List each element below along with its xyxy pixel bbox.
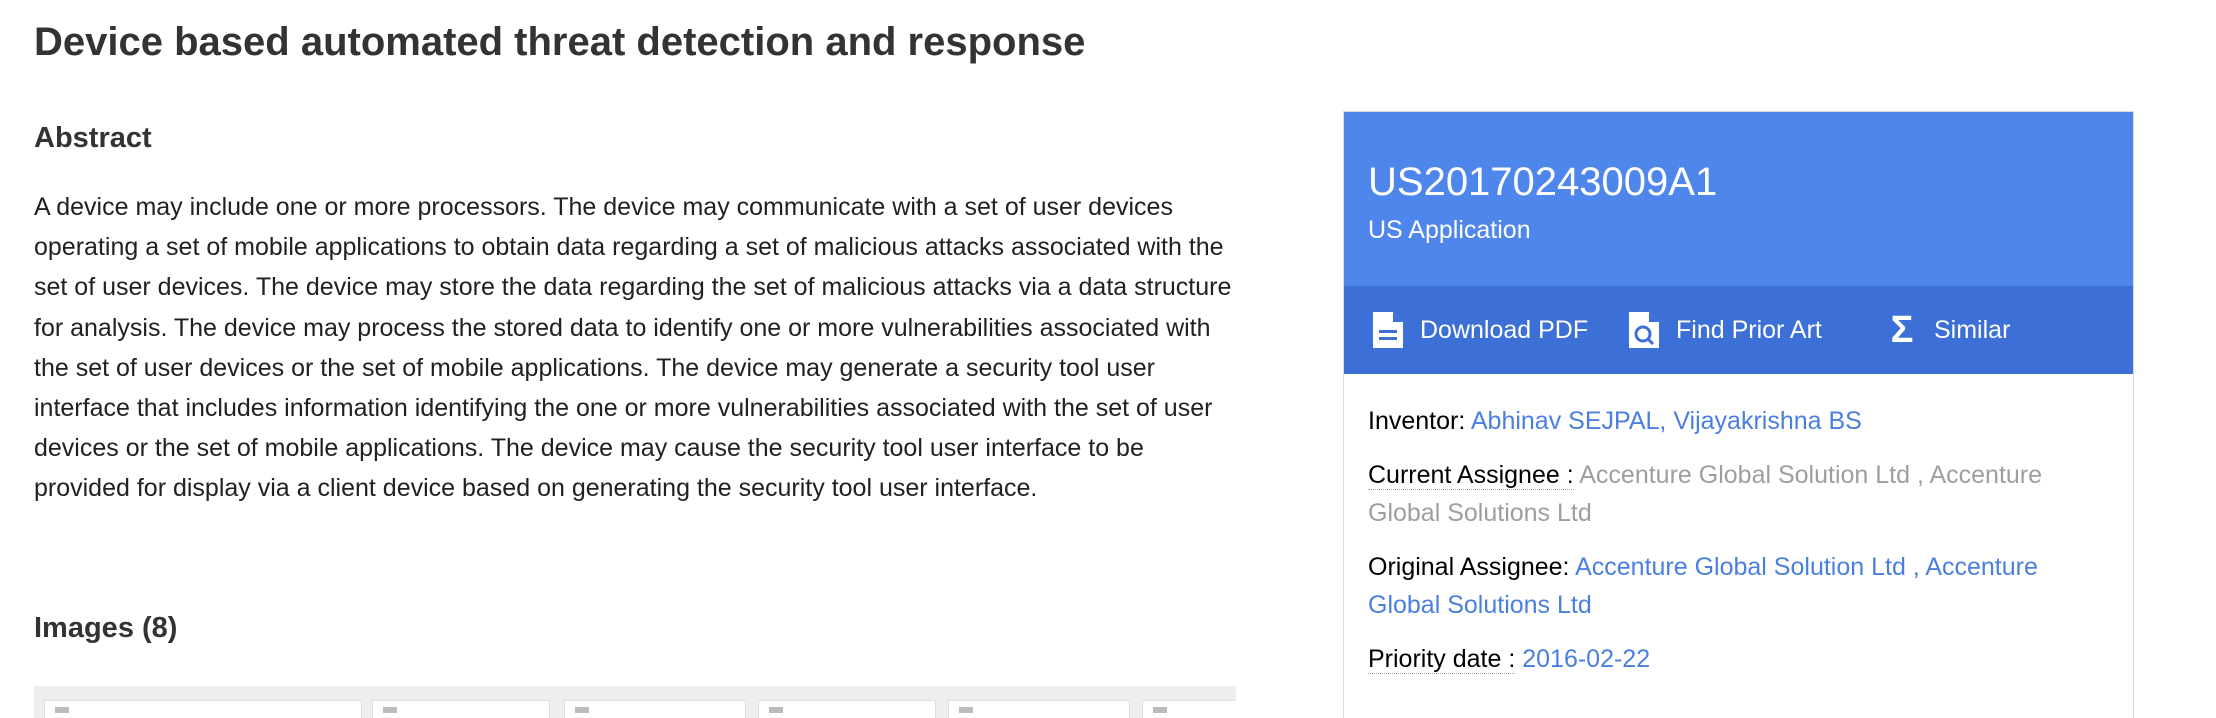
download-pdf-label: Download PDF — [1420, 315, 1589, 344]
patent-info-card: US20170243009A1 US Application Download … — [1343, 111, 2134, 718]
card-actions-bar: Download PDF Find Prior Art Σ Similar — [1344, 286, 2133, 374]
abstract-text: A device may include one or more process… — [34, 193, 1232, 503]
image-thumbnail[interactable] — [1142, 700, 1236, 718]
image-thumbnail[interactable] — [44, 700, 362, 718]
inventor-link[interactable]: Vijayakrishna BS — [1673, 407, 1862, 435]
download-pdf-button[interactable]: Download PDF — [1368, 286, 1588, 374]
abstract-heading: Abstract — [34, 122, 152, 154]
find-prior-art-button[interactable]: Find Prior Art — [1624, 286, 1822, 374]
patent-page: Device based automated threat detection … — [0, 0, 2216, 718]
image-thumbnail[interactable] — [564, 700, 746, 718]
abstract-section: Abstract A device may include one or mor… — [34, 122, 1234, 509]
similar-button[interactable]: Σ Similar — [1882, 286, 2011, 374]
priority-date-row: Priority date : 2016-02-22 — [1368, 640, 2108, 678]
find-prior-art-label: Find Prior Art — [1676, 315, 1822, 344]
search-document-icon — [1624, 310, 1664, 350]
inventor-link[interactable]: Abhinav SEJPAL — [1471, 407, 1660, 435]
sigma-icon: Σ — [1890, 309, 1914, 351]
original-assignee-row: Original Assignee: Accenture Global Solu… — [1368, 548, 2108, 624]
priority-date-link[interactable]: 2016-02-22 — [1522, 645, 1650, 673]
patent-metadata: Inventor: Abhinav SEJPAL, Vijayakrishna … — [1368, 402, 2108, 694]
page-title: Device based automated threat detection … — [34, 20, 1086, 64]
current-assignee-row: Current Assignee : Accenture Global Solu… — [1368, 456, 2108, 532]
inventor-row: Inventor: Abhinav SEJPAL, Vijayakrishna … — [1368, 407, 1862, 435]
image-thumbnail[interactable] — [758, 700, 936, 718]
publication-number: US20170243009A1 — [1368, 160, 1718, 204]
images-heading: Images (8) — [34, 612, 178, 644]
inventor-label: Inventor: — [1368, 407, 1466, 435]
current-assignee-label: Current Assignee : — [1368, 461, 1574, 490]
document-icon — [1368, 310, 1408, 350]
image-thumbnail-strip[interactable] — [34, 686, 1236, 718]
original-assignee-label: Original Assignee: — [1368, 553, 1570, 581]
card-header: US20170243009A1 US Application — [1344, 112, 2133, 286]
publication-type: US Application — [1368, 216, 1531, 244]
priority-date-label: Priority date : — [1368, 645, 1516, 674]
similar-label: Similar — [1934, 315, 2011, 344]
image-thumbnail[interactable] — [372, 700, 550, 718]
image-thumbnail[interactable] — [948, 700, 1130, 718]
